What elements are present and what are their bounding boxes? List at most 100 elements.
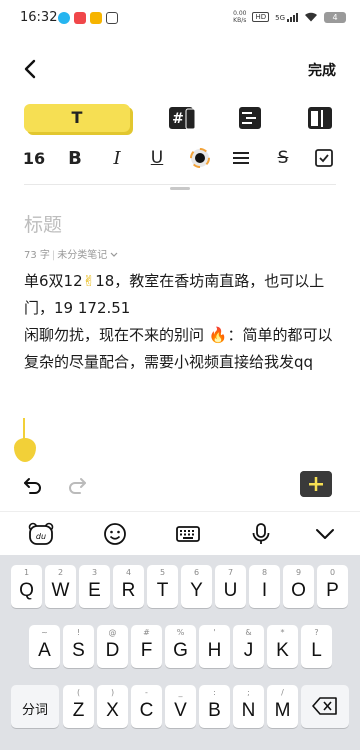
key-q[interactable]: 1Q: [11, 565, 42, 608]
signal-label: 5G: [275, 14, 285, 22]
key-label: B: [208, 700, 221, 721]
drag-handle[interactable]: [170, 187, 190, 190]
cursor-handle[interactable]: [14, 438, 36, 462]
app-icon: [74, 12, 86, 24]
battery-icon: 4: [324, 11, 346, 23]
key-hint: 6: [193, 568, 200, 577]
network-speed-unit: KB/s: [233, 17, 247, 24]
title-input[interactable]: 标题: [24, 210, 62, 237]
key-b[interactable]: :B: [199, 685, 230, 728]
key-hint: #: [143, 628, 150, 637]
key-m[interactable]: / M: [267, 685, 298, 728]
key-hint: 7: [227, 568, 234, 577]
key-hint: _: [178, 688, 183, 697]
emoji-face-icon[interactable]: [102, 522, 128, 546]
key-w[interactable]: 2W: [45, 565, 76, 608]
split-word-key[interactable]: 分词: [11, 685, 59, 728]
key-label: F: [140, 640, 153, 661]
key-label: L: [311, 640, 322, 661]
key-y[interactable]: 6Y: [181, 565, 212, 608]
ime-toolbar: du: [0, 511, 360, 555]
hd-badge: HD: [252, 12, 270, 22]
key-c[interactable]: -C: [131, 685, 162, 728]
note-text: 闲聊勿扰，现在不来的别问: [24, 326, 209, 344]
key-r[interactable]: 4R: [113, 565, 144, 608]
strikethrough-button[interactable]: S: [272, 145, 294, 171]
key-hint: 8: [261, 568, 268, 577]
underline-button[interactable]: U: [146, 145, 168, 171]
key-u[interactable]: 7U: [215, 565, 246, 608]
key-hint: (: [76, 688, 81, 697]
key-k[interactable]: * K: [267, 625, 298, 668]
signal-icon: 5G: [275, 12, 298, 22]
key-label: K: [276, 640, 289, 661]
key-p[interactable]: 0P: [317, 565, 348, 608]
key-z[interactable]: (Z: [63, 685, 94, 728]
du-bear-icon[interactable]: du: [28, 522, 54, 546]
note-text: 单6双12: [24, 272, 83, 290]
wifi-icon: [305, 12, 317, 22]
status-right-group: 0.00 KB/s HD 5G 4: [233, 10, 346, 24]
key-hint: @: [108, 628, 117, 637]
redo-icon[interactable]: [66, 474, 88, 496]
key-label: P: [326, 580, 339, 601]
undo-icon[interactable]: [22, 474, 44, 496]
key-hint: 1: [23, 568, 30, 577]
key-hint: *: [280, 628, 285, 637]
backspace-key[interactable]: [301, 685, 349, 728]
key-a[interactable]: ~ A: [29, 625, 60, 668]
key-hint: 9: [295, 568, 302, 577]
key-hint: 4: [125, 568, 132, 577]
key-label: E: [88, 580, 101, 601]
app-icon: [106, 12, 118, 24]
key-f[interactable]: # F: [131, 625, 162, 668]
signal-bars: [287, 12, 298, 22]
bold-button[interactable]: B: [64, 145, 86, 171]
font-size-button[interactable]: 16: [22, 145, 46, 171]
key-label: D: [105, 640, 120, 661]
note-body[interactable]: 单6双12✌18，教室在香坊南直路，也可以上门，19 172.51 闲聊勿扰，现…: [24, 244, 342, 376]
key-label: W: [51, 580, 70, 601]
microphone-icon[interactable]: [248, 522, 274, 546]
key-l[interactable]: ? L: [301, 625, 332, 668]
key-label: 分词: [21, 702, 48, 717]
back-icon[interactable]: [20, 58, 42, 80]
key-i[interactable]: 8I: [249, 565, 280, 608]
key-hint: ?: [314, 628, 319, 637]
key-label: V: [174, 700, 187, 721]
keyboard-icon[interactable]: [175, 522, 201, 546]
backspace-icon: [312, 697, 337, 715]
key-label: G: [173, 640, 188, 661]
key-label: I: [261, 580, 268, 601]
key-hint: 0: [329, 568, 336, 577]
key-h[interactable]: ' H: [199, 625, 230, 668]
layout-card-icon[interactable]: [306, 106, 334, 130]
done-button[interactable]: 完成: [308, 60, 336, 80]
checkbox-icon[interactable]: [313, 145, 335, 171]
key-d[interactable]: @ D: [97, 625, 128, 668]
key-label: N: [241, 700, 256, 721]
key-label: U: [223, 580, 238, 601]
hashtag-card-icon[interactable]: #: [168, 106, 196, 130]
network-speed: 0.00 KB/s: [233, 10, 246, 24]
toolbar-divider: [24, 184, 336, 185]
color-picker-icon[interactable]: [189, 145, 211, 171]
key-v[interactable]: _ V: [165, 685, 196, 728]
key-x[interactable]: ) X: [97, 685, 128, 728]
text-style-button[interactable]: T: [24, 104, 130, 132]
list-card-icon[interactable]: [236, 106, 264, 130]
svg-text:du: du: [36, 532, 46, 541]
align-icon[interactable]: [230, 145, 252, 171]
chevron-down-icon[interactable]: [312, 522, 338, 546]
add-icon[interactable]: [300, 471, 332, 497]
italic-button[interactable]: I: [106, 145, 128, 171]
key-t[interactable]: 5T: [147, 565, 178, 608]
key-o[interactable]: 9O: [283, 565, 314, 608]
key-s[interactable]: ! S: [63, 625, 94, 668]
key-n[interactable]: ; N: [233, 685, 264, 728]
key-g[interactable]: % G: [165, 625, 196, 668]
key-j[interactable]: & J: [233, 625, 264, 668]
key-e[interactable]: 3E: [79, 565, 110, 608]
status-bar: 16:32 0.00 KB/s HD 5G 4: [0, 0, 360, 36]
fire-emoji: 🔥: [208, 326, 228, 344]
